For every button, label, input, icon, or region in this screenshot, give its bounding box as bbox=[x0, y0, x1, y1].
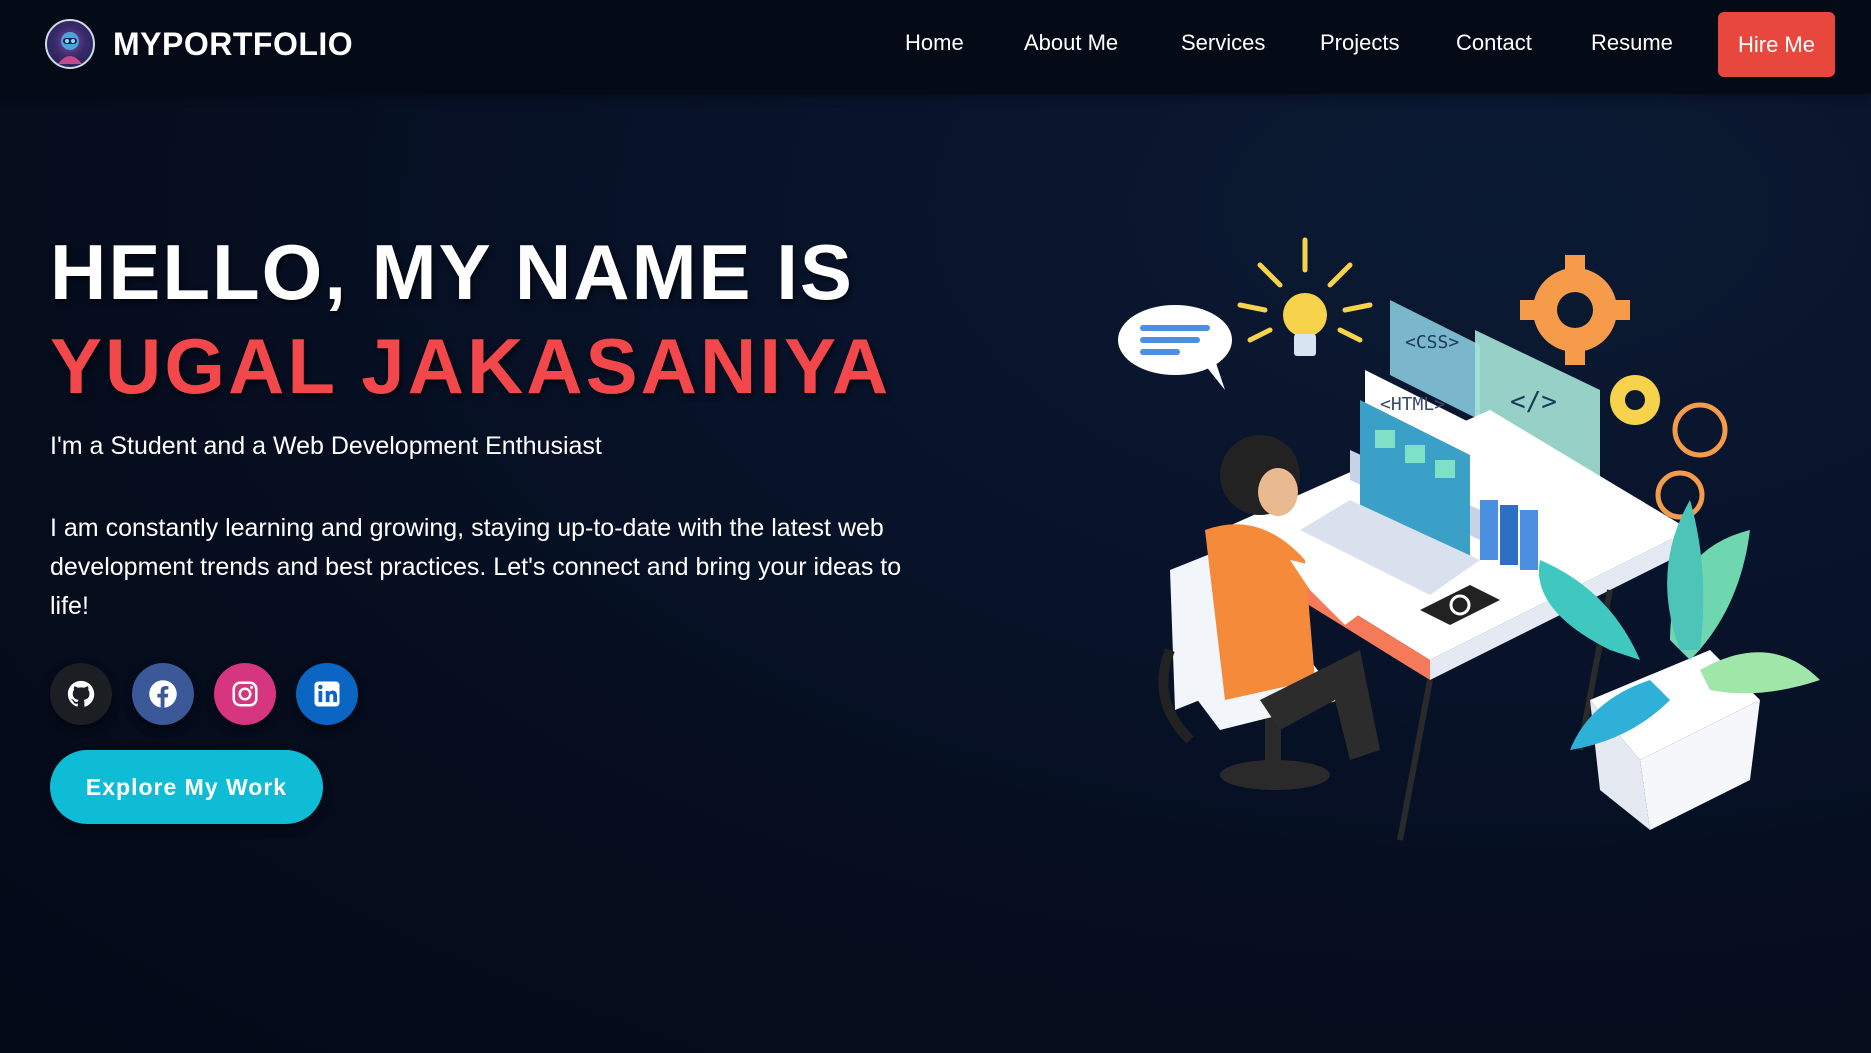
html-panel-label: <HTML> bbox=[1380, 394, 1445, 415]
facebook-icon bbox=[149, 680, 177, 708]
hero-tagline: I'm a Student and a Web Development Enth… bbox=[50, 432, 602, 460]
css-panel-label: <CSS> bbox=[1405, 332, 1459, 353]
explore-my-work-button[interactable]: Explore My Work bbox=[50, 750, 323, 824]
brand-name: MYPORTFOLIO bbox=[113, 25, 354, 62]
avatar-logo-icon bbox=[45, 19, 95, 69]
instagram-link[interactable] bbox=[214, 663, 276, 725]
hire-me-button[interactable]: Hire Me bbox=[1718, 12, 1835, 77]
code-panel-label: </> bbox=[1510, 387, 1557, 417]
github-icon bbox=[67, 680, 95, 707]
hero-name: YUGAL JAKASANIYA bbox=[50, 322, 892, 410]
brand[interactable]: MYPORTFOLIO bbox=[45, 19, 353, 69]
hero-greeting: HELLO, MY NAME IS bbox=[50, 228, 854, 316]
linkedin-link[interactable] bbox=[296, 663, 358, 725]
navbar: MYPORTFOLIO Home About Me Services Proje… bbox=[0, 0, 1871, 94]
hero-description: I am constantly learning and growing, st… bbox=[50, 514, 902, 620]
nav-projects[interactable]: Projects bbox=[1320, 30, 1399, 56]
github-link[interactable] bbox=[50, 663, 112, 725]
facebook-link[interactable] bbox=[132, 663, 194, 725]
speech-bubble-icon bbox=[1118, 305, 1232, 390]
nav-home[interactable]: Home bbox=[905, 30, 964, 56]
light-bulb-icon bbox=[1237, 237, 1373, 356]
nav-contact[interactable]: Contact bbox=[1456, 30, 1532, 56]
books bbox=[1480, 500, 1538, 570]
linkedin-icon bbox=[314, 681, 340, 707]
developer-workspace-illustration: <CSS> </> <HTML> bbox=[1118, 237, 1820, 841]
nav-about-me[interactable]: About Me bbox=[1024, 30, 1118, 56]
nav-resume[interactable]: Resume bbox=[1591, 30, 1673, 56]
instagram-icon bbox=[232, 681, 258, 707]
nav-services[interactable]: Services bbox=[1181, 30, 1265, 56]
